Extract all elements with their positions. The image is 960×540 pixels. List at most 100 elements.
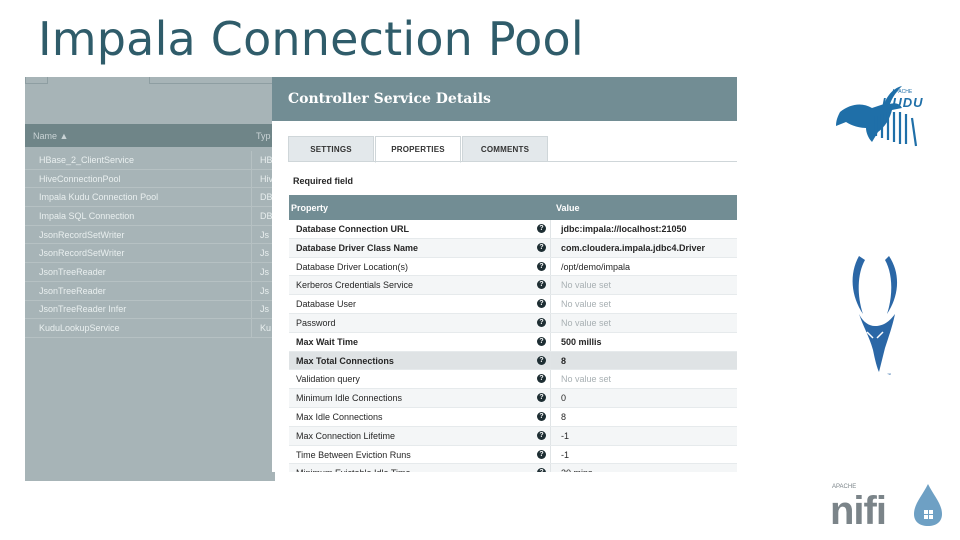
help-icon[interactable]: ? (537, 242, 546, 252)
properties-table-header: Property Value (289, 195, 737, 220)
property-value[interactable]: No value set (561, 318, 611, 328)
tab-comments[interactable]: COMMENTS (462, 136, 548, 162)
property-row[interactable]: Database User? No value set (289, 295, 737, 314)
tab-properties[interactable]: PROPERTIES (375, 136, 461, 163)
list-row-type: Hiv (251, 169, 273, 188)
property-value[interactable]: No value set (561, 299, 611, 309)
help-icon[interactable]: ? (537, 393, 546, 403)
property-name: Password (296, 317, 336, 328)
list-row-type: Js (251, 281, 269, 300)
help-icon[interactable]: ? (537, 224, 546, 233)
list-row-name: HiveConnectionPool (39, 173, 121, 184)
property-row[interactable]: Database Connection URL? jdbc:impala://lo… (289, 220, 737, 239)
list-row-name: JsonTreeReader (39, 266, 106, 277)
property-row[interactable]: Max Idle Connections? 8 (289, 407, 737, 427)
toolbar-tab (25, 77, 48, 84)
property-row[interactable]: Kerberos Credentials Service? No value se… (289, 276, 737, 296)
property-name: Minimum Idle Connections (296, 393, 403, 404)
property-value[interactable]: 8 (561, 356, 566, 366)
help-icon[interactable]: ? (537, 355, 546, 365)
list-row[interactable]: JsonRecordSetWriter Js (25, 225, 275, 245)
list-row-type: Js (251, 225, 269, 244)
list-row[interactable]: KuduLookupService Ku (25, 319, 275, 338)
list-row[interactable]: JsonTreeReader Js (25, 281, 275, 301)
property-value[interactable]: 500 millis (561, 337, 602, 347)
list-row-type: Ku (251, 319, 271, 337)
help-icon[interactable]: ? (537, 411, 546, 421)
help-icon[interactable]: ? (537, 299, 546, 309)
property-value[interactable]: 30 mins (561, 468, 593, 472)
property-name: Time Between Eviction Runs (296, 449, 411, 460)
help-icon[interactable]: ? (537, 280, 546, 290)
list-row-name: JsonTreeReader Infer (39, 304, 127, 315)
property-value[interactable]: com.cloudera.impala.jdbc4.Driver (561, 243, 705, 253)
impala-tm-text: ™ (887, 372, 891, 377)
slide-title: Impala Connection Pool (38, 12, 584, 66)
property-row[interactable]: Max Wait Time? 500 millis (289, 332, 737, 352)
property-value[interactable]: -1 (561, 450, 569, 460)
help-icon[interactable]: ? (537, 468, 546, 472)
help-icon[interactable]: ? (537, 317, 546, 327)
column-divider (550, 407, 551, 426)
list-row[interactable]: JsonRecordSetWriter Js (25, 244, 275, 264)
property-row[interactable]: Database Driver Location(s)? /opt/demo/im… (289, 257, 737, 277)
list-header: Name ▲ Typ (25, 124, 275, 147)
required-field-label: Required field (293, 176, 354, 186)
column-divider (550, 389, 551, 407)
property-value[interactable]: /opt/demo/impala (561, 262, 630, 272)
dialog-tabs: SETTINGS PROPERTIES COMMENTS (288, 136, 549, 163)
column-type-header[interactable]: Typ (256, 131, 271, 141)
help-icon[interactable]: ? (537, 449, 546, 459)
list-row[interactable]: Impala Kudu Connection Pool DB (25, 188, 275, 208)
property-value[interactable]: No value set (561, 374, 611, 384)
column-divider (550, 370, 551, 389)
list-row-name: JsonRecordSetWriter (39, 229, 125, 240)
column-divider (550, 332, 551, 351)
property-row[interactable]: Time Between Eviction Runs? -1 (289, 445, 737, 465)
property-name: Max Wait Time (296, 336, 359, 347)
list-row[interactable]: HBase_2_ClientService HB (25, 151, 275, 170)
column-divider (550, 313, 551, 332)
column-name-header[interactable]: Name ▲ (33, 131, 68, 141)
property-name: Validation query (296, 374, 360, 385)
list-row[interactable]: JsonTreeReader Infer Js (25, 300, 275, 320)
help-icon[interactable]: ? (537, 430, 546, 440)
nifi-name-text: nifi (830, 489, 886, 528)
column-divider (550, 257, 551, 276)
help-icon[interactable]: ? (537, 374, 546, 384)
property-value[interactable]: 8 (561, 412, 566, 422)
property-name: Database Driver Location(s) (296, 261, 409, 272)
property-row[interactable]: Database Driver Class Name? com.cloudera.… (289, 238, 737, 258)
list-row-name: JsonRecordSetWriter (39, 248, 125, 259)
property-value[interactable]: No value set (561, 280, 611, 290)
help-icon[interactable]: ? (537, 261, 546, 271)
property-row[interactable]: Password? No value set (289, 313, 737, 333)
help-icon[interactable]: ? (537, 336, 546, 346)
column-divider (550, 220, 551, 238)
list-row-type: HB (251, 151, 273, 169)
property-value[interactable]: 0 (561, 393, 566, 403)
list-row[interactable]: JsonTreeReader Js (25, 263, 275, 282)
list-row-name: KuduLookupService (39, 323, 120, 334)
property-value[interactable]: jdbc:impala://localhost:21050 (561, 224, 687, 234)
property-name: Database Connection URL (296, 224, 410, 234)
column-divider (550, 238, 551, 257)
list-row-name: Impala Kudu Connection Pool (39, 192, 159, 203)
list-row[interactable]: HiveConnectionPool Hiv (25, 169, 275, 189)
apache-nifi-logo: APACHE nifi (830, 484, 942, 528)
property-row[interactable]: Validation query? No value set (289, 370, 737, 390)
property-row[interactable]: Minimum Idle Connections? 0 (289, 389, 737, 408)
kudu-name-text: KUDU (882, 95, 924, 110)
dialog-title: Controller Service Details (288, 91, 491, 107)
tab-settings[interactable]: SETTINGS (288, 136, 374, 162)
column-divider (550, 464, 551, 472)
property-row[interactable]: Minimum Evictable Idle Time? 30 mins (289, 464, 737, 472)
list-row-type: Js (251, 244, 269, 263)
property-value[interactable]: -1 (561, 431, 569, 441)
column-divider (550, 276, 551, 295)
property-name: Max Total Connections (296, 355, 394, 366)
list-row[interactable]: Impala SQL Connection DB (25, 207, 275, 226)
property-row[interactable]: Max Total Connections? 8 (289, 351, 737, 371)
property-name: Minimum Evictable Idle Time (296, 468, 411, 472)
property-row[interactable]: Max Connection Lifetime? -1 (289, 426, 737, 446)
